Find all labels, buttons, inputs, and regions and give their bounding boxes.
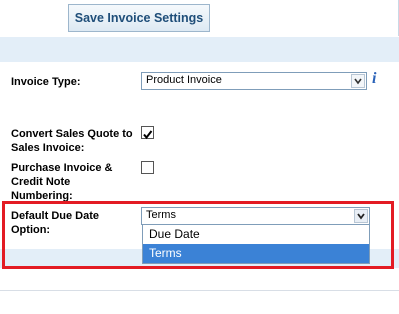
check-icon: [143, 130, 153, 140]
invoice-type-select[interactable]: Product Invoice: [141, 72, 367, 90]
convert-sales-quote-label-line2: Sales Invoice:: [11, 142, 85, 154]
convert-sales-quote-label: Convert Sales Quote to Sales Invoice:: [11, 127, 133, 155]
invoice-type-label: Invoice Type:: [11, 76, 81, 88]
purchase-numbering-label-line1: Purchase Invoice &: [11, 162, 113, 174]
chevron-down-icon[interactable]: [351, 74, 365, 88]
convert-sales-quote-checkbox[interactable]: [141, 126, 154, 140]
highlight-box: [2, 201, 394, 269]
section-header-band: [0, 37, 399, 62]
divider: [0, 290, 399, 291]
convert-sales-quote-label-line1: Convert Sales Quote to: [11, 128, 133, 140]
toolbar: Save Invoice Settings: [0, 0, 399, 36]
purchase-numbering-checkbox[interactable]: [141, 161, 154, 174]
save-invoice-settings-button[interactable]: Save Invoice Settings: [68, 4, 210, 32]
info-icon[interactable]: i: [372, 70, 376, 88]
purchase-numbering-label-line2: Credit Note: [11, 176, 71, 188]
purchase-numbering-label: Purchase Invoice & Credit Note Numbering…: [11, 161, 113, 203]
invoice-type-value: Product Invoice: [146, 74, 222, 86]
